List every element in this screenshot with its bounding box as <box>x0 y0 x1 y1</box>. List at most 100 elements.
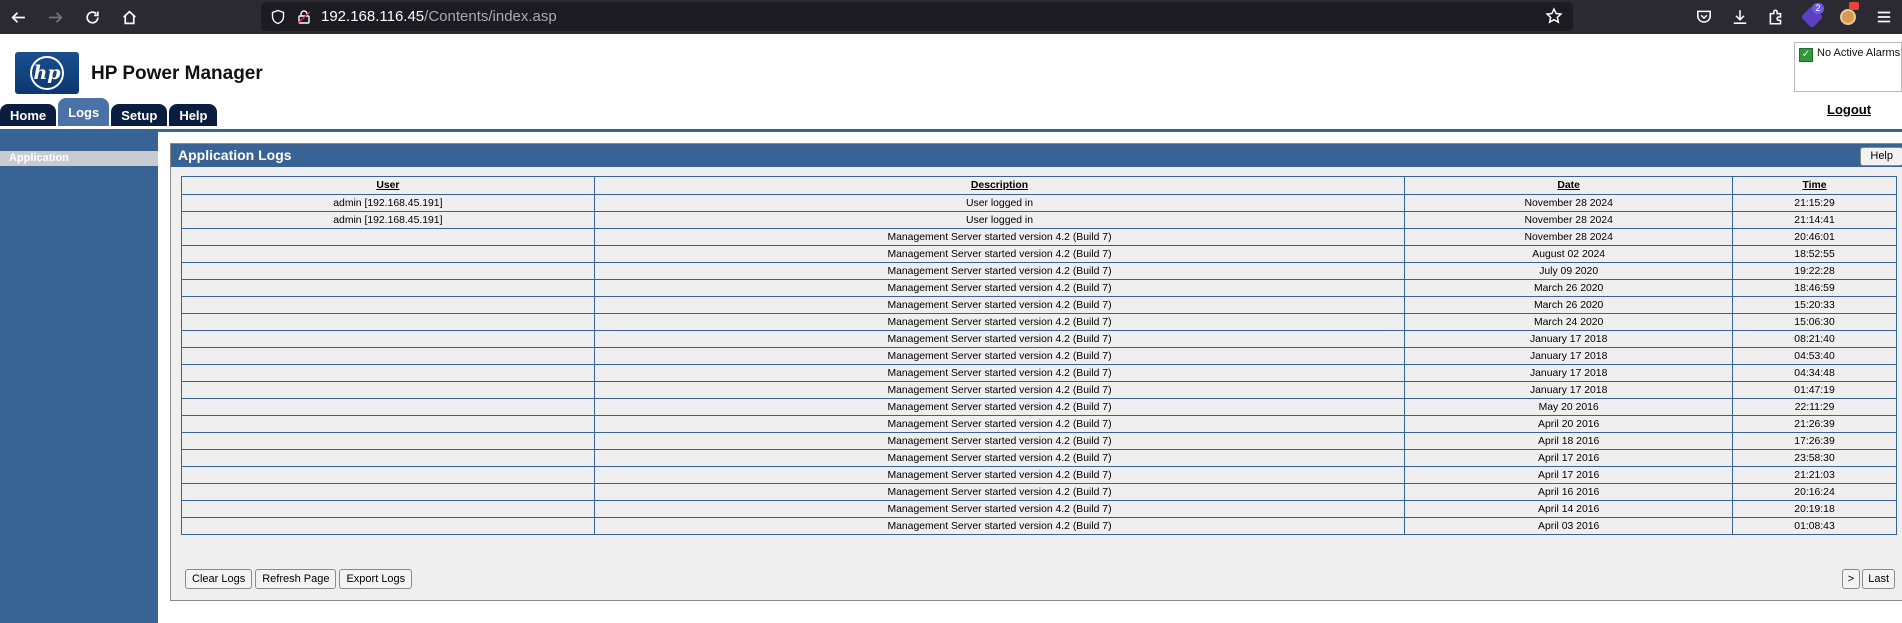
hp-logo: hp <box>15 52 79 94</box>
cell-time: 21:26:39 <box>1732 415 1897 433</box>
table-row: Management Server started version 4.2 (B… <box>181 449 1897 467</box>
cell-time: 15:06:30 <box>1732 313 1897 331</box>
cell-user <box>181 245 595 263</box>
menu-hamburger-icon[interactable] <box>1866 0 1902 34</box>
cell-description: Management Server started version 4.2 (B… <box>593 330 1406 348</box>
column-header-time[interactable]: Time <box>1732 176 1897 195</box>
table-row: Management Server started version 4.2 (B… <box>181 245 1897 263</box>
app-header: hp HP Power Manager Home Logs Setup Help… <box>0 34 1902 132</box>
cell-time: 18:46:59 <box>1732 279 1897 297</box>
downloads-icon[interactable] <box>1722 0 1758 34</box>
extension-badge: 2 <box>1812 3 1824 14</box>
cell-date: August 02 2024 <box>1404 245 1734 263</box>
export-logs-button[interactable]: Export Logs <box>339 569 413 589</box>
cell-date: April 17 2016 <box>1404 466 1734 484</box>
cell-user: admin [192.168.45.191] <box>181 194 595 212</box>
cell-date: November 28 2024 <box>1404 211 1734 229</box>
cell-user <box>181 449 595 467</box>
shield-icon[interactable] <box>269 8 287 26</box>
table-row: admin [192.168.45.191] User logged in Nove… <box>181 211 1897 229</box>
cell-description: Management Server started version 4.2 (B… <box>593 279 1406 297</box>
pocket-icon[interactable] <box>1686 0 1722 34</box>
cell-date: May 20 2016 <box>1404 398 1734 416</box>
cell-description: User logged in <box>593 211 1406 229</box>
cell-user <box>181 347 595 365</box>
cell-date: March 26 2020 <box>1404 279 1734 297</box>
extensions-puzzle-icon[interactable] <box>1758 0 1794 34</box>
extension-cookie-icon[interactable] <box>1830 0 1866 34</box>
table-row: Management Server started version 4.2 (B… <box>181 347 1897 365</box>
address-bar[interactable]: 192.168.116.45/Contents/index.asp <box>261 2 1573 31</box>
cell-time: 01:08:43 <box>1732 517 1897 535</box>
url-path: /Contents/index.asp <box>424 8 557 25</box>
cell-user <box>181 228 595 246</box>
cell-time: 21:21:03 <box>1732 466 1897 484</box>
cell-user <box>181 364 595 382</box>
log-rows: admin [192.168.45.191] User logged in Nove… <box>181 194 1897 535</box>
cell-description: Management Server started version 4.2 (B… <box>593 466 1406 484</box>
last-page-button[interactable]: Last <box>1862 569 1895 589</box>
table-row: Management Server started version 4.2 (B… <box>181 296 1897 314</box>
table-row: Management Server started version 4.2 (B… <box>181 262 1897 280</box>
cell-time: 20:19:18 <box>1732 500 1897 518</box>
column-header-date[interactable]: Date <box>1404 176 1734 195</box>
cell-time: 21:15:29 <box>1732 194 1897 212</box>
reload-icon[interactable] <box>80 5 104 29</box>
column-header-user[interactable]: User <box>181 176 595 195</box>
column-header-description[interactable]: Description <box>593 176 1406 195</box>
table-row: Management Server started version 4.2 (B… <box>181 330 1897 348</box>
cell-description: Management Server started version 4.2 (B… <box>593 364 1406 382</box>
tab-setup[interactable]: Setup <box>111 104 168 126</box>
application-logs-panel: Application Logs Help User Description D… <box>170 143 1902 601</box>
cell-user <box>181 262 595 280</box>
extension-purple-icon[interactable]: 2 <box>1794 0 1830 34</box>
back-icon[interactable] <box>6 5 30 29</box>
cell-user <box>181 483 595 501</box>
main-tabs: Home Logs Setup Help <box>0 98 219 126</box>
cell-date: November 28 2024 <box>1404 194 1734 212</box>
logout-link[interactable]: Logout <box>1827 102 1871 117</box>
home-icon[interactable] <box>117 5 141 29</box>
panel-header: Application Logs Help <box>171 144 1902 167</box>
insecure-lock-icon[interactable] <box>295 8 313 26</box>
toolbar-right: 2 <box>1686 0 1902 34</box>
cell-description: Management Server started version 4.2 (B… <box>593 228 1406 246</box>
panel-help-button[interactable]: Help <box>1860 147 1902 166</box>
forward-icon[interactable] <box>43 5 67 29</box>
tab-help[interactable]: Help <box>169 104 218 126</box>
table-row: Management Server started version 4.2 (B… <box>181 228 1897 246</box>
cell-date: March 24 2020 <box>1404 313 1734 331</box>
table-row: Management Server started version 4.2 (B… <box>181 432 1897 450</box>
table-row: Management Server started version 4.2 (B… <box>181 381 1897 399</box>
table-row: Management Server started version 4.2 (B… <box>181 466 1897 484</box>
tab-home[interactable]: Home <box>0 104 57 126</box>
cell-date: January 17 2018 <box>1404 347 1734 365</box>
hp-logo-mark: hp <box>30 56 64 90</box>
cell-description: Management Server started version 4.2 (B… <box>593 398 1406 416</box>
url-text[interactable]: 192.168.116.45/Contents/index.asp <box>321 8 557 25</box>
cell-description: Management Server started version 4.2 (B… <box>593 347 1406 365</box>
cell-user <box>181 381 595 399</box>
bookmark-star-icon[interactable] <box>1545 7 1563 30</box>
sidebar-item-application[interactable]: Application <box>0 151 158 166</box>
cell-time: 22:11:29 <box>1732 398 1897 416</box>
cell-description: Management Server started version 4.2 (B… <box>593 432 1406 450</box>
cell-description: Management Server started version 4.2 (B… <box>593 517 1406 535</box>
table-row: admin [192.168.45.191] User logged in Nove… <box>181 194 1897 212</box>
cell-date: April 03 2016 <box>1404 517 1734 535</box>
cell-user <box>181 517 595 535</box>
url-host: 192.168.116.45 <box>321 8 425 25</box>
cell-time: 23:58:30 <box>1732 449 1897 467</box>
cell-time: 21:14:41 <box>1732 211 1897 229</box>
cell-user <box>181 330 595 348</box>
cell-time: 18:52:55 <box>1732 245 1897 263</box>
tab-logs[interactable]: Logs <box>58 98 110 126</box>
cell-description: User logged in <box>593 194 1406 212</box>
clear-logs-button[interactable]: Clear Logs <box>185 569 253 589</box>
next-page-button[interactable]: > <box>1841 569 1861 589</box>
refresh-page-button[interactable]: Refresh Page <box>255 569 337 589</box>
cell-description: Management Server started version 4.2 (B… <box>593 245 1406 263</box>
cell-time: 01:47:19 <box>1732 381 1897 399</box>
pagination: > Last <box>1840 569 1895 589</box>
app-title: HP Power Manager <box>91 63 263 84</box>
